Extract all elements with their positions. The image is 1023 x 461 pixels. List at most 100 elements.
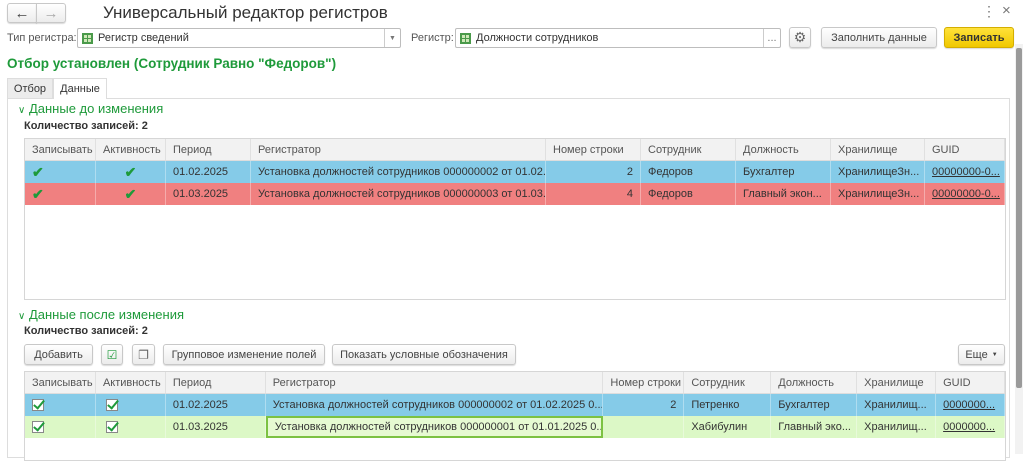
- register-input[interactable]: Должности сотрудников ...: [455, 28, 781, 48]
- col-header[interactable]: Должность: [771, 372, 858, 393]
- add-button[interactable]: Добавить: [24, 344, 93, 365]
- col-header[interactable]: Хранилище: [831, 139, 925, 160]
- table-header: Записывать Активность Период Регистратор…: [25, 372, 1006, 394]
- copy-icon: ❐: [138, 347, 149, 362]
- line-number-cell: 4: [546, 183, 641, 205]
- show-legend-button[interactable]: Показать условные обозначения: [332, 344, 516, 365]
- close-icon[interactable]: ×: [1002, 2, 1011, 19]
- register-type-value: Регистр сведений: [98, 32, 189, 44]
- copy-button[interactable]: ❐: [132, 344, 155, 365]
- col-header[interactable]: Сотрудник: [684, 372, 772, 393]
- write-checkbox[interactable]: [32, 399, 44, 411]
- section-title: Данные после изменения: [28, 307, 185, 322]
- scrollbar[interactable]: [1015, 44, 1023, 454]
- registrator-cell-focused[interactable]: Установка должностей сотрудников 0000000…: [265, 416, 604, 438]
- col-header[interactable]: GUID: [925, 139, 1005, 160]
- select-button[interactable]: ...: [763, 29, 780, 47]
- employee-cell: Федоров: [641, 161, 736, 183]
- register-type-label: Тип регистра:: [7, 32, 77, 44]
- section-after-header[interactable]: ∨ Данные после изменения: [18, 307, 184, 322]
- col-header[interactable]: GUID: [936, 372, 1006, 393]
- col-header[interactable]: Номер строки: [603, 372, 685, 393]
- col-header[interactable]: Хранилище: [857, 372, 937, 393]
- line-number-cell[interactable]: [603, 416, 685, 438]
- register-value: Должности сотрудников: [476, 32, 599, 44]
- arrow-right-icon: →: [43, 4, 59, 22]
- registrator-cell[interactable]: Установка должностей сотрудников 0000000…: [266, 394, 604, 416]
- check-all-icon: ☑: [106, 347, 118, 362]
- save-button[interactable]: Записать: [944, 27, 1014, 48]
- filter-status: Отбор установлен (Сотрудник Равно "Федор…: [7, 56, 337, 71]
- col-header[interactable]: Регистратор: [251, 139, 546, 160]
- back-button[interactable]: ←: [7, 3, 37, 23]
- checkmark-icon: ✔: [124, 163, 137, 180]
- section-before-header[interactable]: ∨ Данные до изменения: [18, 101, 163, 116]
- table-row[interactable]: 01.03.2025 Установка должностей сотрудни…: [25, 416, 1006, 438]
- table-row[interactable]: ✔ ✔ 01.03.2025 Установка должностей сотр…: [25, 183, 1005, 205]
- scrollbar-thumb[interactable]: [1016, 48, 1022, 388]
- registrator-cell: Установка должностей сотрудников 0000000…: [251, 161, 546, 183]
- position-cell: Бухгалтер: [736, 161, 831, 183]
- guid-link[interactable]: 00000000-0...: [925, 183, 1005, 205]
- employee-cell: Федоров: [641, 183, 736, 205]
- active-checkbox[interactable]: [105, 421, 118, 433]
- position-cell: Главный экон...: [736, 183, 831, 205]
- col-header[interactable]: Записывать: [25, 372, 96, 393]
- chevron-down-icon: ∨: [18, 311, 26, 322]
- storage-cell[interactable]: Хранилищ...: [857, 394, 937, 416]
- period-cell[interactable]: 01.03.2025: [166, 416, 266, 438]
- storage-cell[interactable]: Хранилищ...: [857, 416, 937, 438]
- group-edit-button[interactable]: Групповое изменение полей: [163, 344, 325, 365]
- tab-data[interactable]: Данные: [53, 78, 107, 99]
- period-cell[interactable]: 01.02.2025: [166, 394, 266, 416]
- col-header[interactable]: Период: [166, 139, 251, 160]
- registrator-cell: Установка должностей сотрудников 0000000…: [251, 183, 546, 205]
- check-all-button[interactable]: ☑: [101, 344, 123, 365]
- guid-link[interactable]: 0000000...: [936, 394, 1006, 416]
- register-label: Регистр:: [411, 32, 454, 44]
- chevron-down-icon: ▼: [991, 351, 998, 358]
- after-table[interactable]: Записывать Активность Период Регистратор…: [24, 371, 1006, 461]
- storage-cell: ХранилищеЗн...: [831, 183, 925, 205]
- write-checkbox[interactable]: [32, 421, 44, 433]
- tab-filter[interactable]: Отбор: [7, 78, 53, 99]
- col-header[interactable]: Должность: [736, 139, 831, 160]
- record-count: Количество записей: 2: [24, 120, 148, 132]
- col-header[interactable]: Регистратор: [266, 372, 604, 393]
- guid-link[interactable]: 00000000-0...: [925, 161, 1005, 183]
- fill-data-button[interactable]: Заполнить данные: [821, 27, 937, 48]
- position-cell[interactable]: Бухгалтер: [771, 394, 858, 416]
- active-checkbox[interactable]: [105, 399, 118, 411]
- col-header[interactable]: Записывать: [25, 139, 96, 160]
- col-header[interactable]: Активность: [96, 139, 166, 160]
- line-number-cell[interactable]: 2: [603, 394, 685, 416]
- checkmark-icon: ✔: [32, 185, 44, 202]
- checkmark-icon: ✔: [32, 163, 44, 180]
- col-header[interactable]: Сотрудник: [641, 139, 736, 160]
- forward-button[interactable]: →: [36, 3, 66, 23]
- guid-link[interactable]: 0000000...: [936, 416, 1006, 438]
- period-cell: 01.03.2025: [166, 183, 251, 205]
- register-icon: [82, 32, 93, 44]
- col-header[interactable]: Активность: [96, 372, 166, 393]
- col-header[interactable]: Номер строки: [546, 139, 641, 160]
- gear-icon: ⚙: [793, 29, 807, 45]
- register-type-select[interactable]: Регистр сведений ▼: [77, 28, 401, 48]
- arrow-left-icon: ←: [14, 4, 30, 22]
- before-table[interactable]: Записывать Активность Период Регистратор…: [24, 138, 1006, 300]
- table-row[interactable]: ✔ ✔ 01.02.2025 Установка должностей сотр…: [25, 161, 1005, 183]
- position-cell[interactable]: Главный эко...: [771, 416, 858, 438]
- col-header[interactable]: Период: [166, 372, 266, 393]
- storage-cell: ХранилищеЗн...: [831, 161, 925, 183]
- employee-cell[interactable]: Петренко: [684, 394, 772, 416]
- chevron-down-icon[interactable]: ▼: [384, 29, 400, 47]
- more-button[interactable]: Еще ▼: [958, 344, 1005, 365]
- register-icon: [460, 32, 471, 44]
- table-header: Записывать Активность Период Регистратор…: [25, 139, 1005, 161]
- settings-button[interactable]: ⚙: [789, 27, 811, 48]
- more-menu-icon[interactable]: ⋮: [982, 3, 996, 20]
- employee-cell[interactable]: Хабибулин: [684, 416, 772, 438]
- chevron-down-icon: ∨: [18, 105, 26, 116]
- page-title: Универсальный редактор регистров: [103, 3, 388, 22]
- table-row[interactable]: 01.02.2025 Установка должностей сотрудни…: [25, 394, 1006, 416]
